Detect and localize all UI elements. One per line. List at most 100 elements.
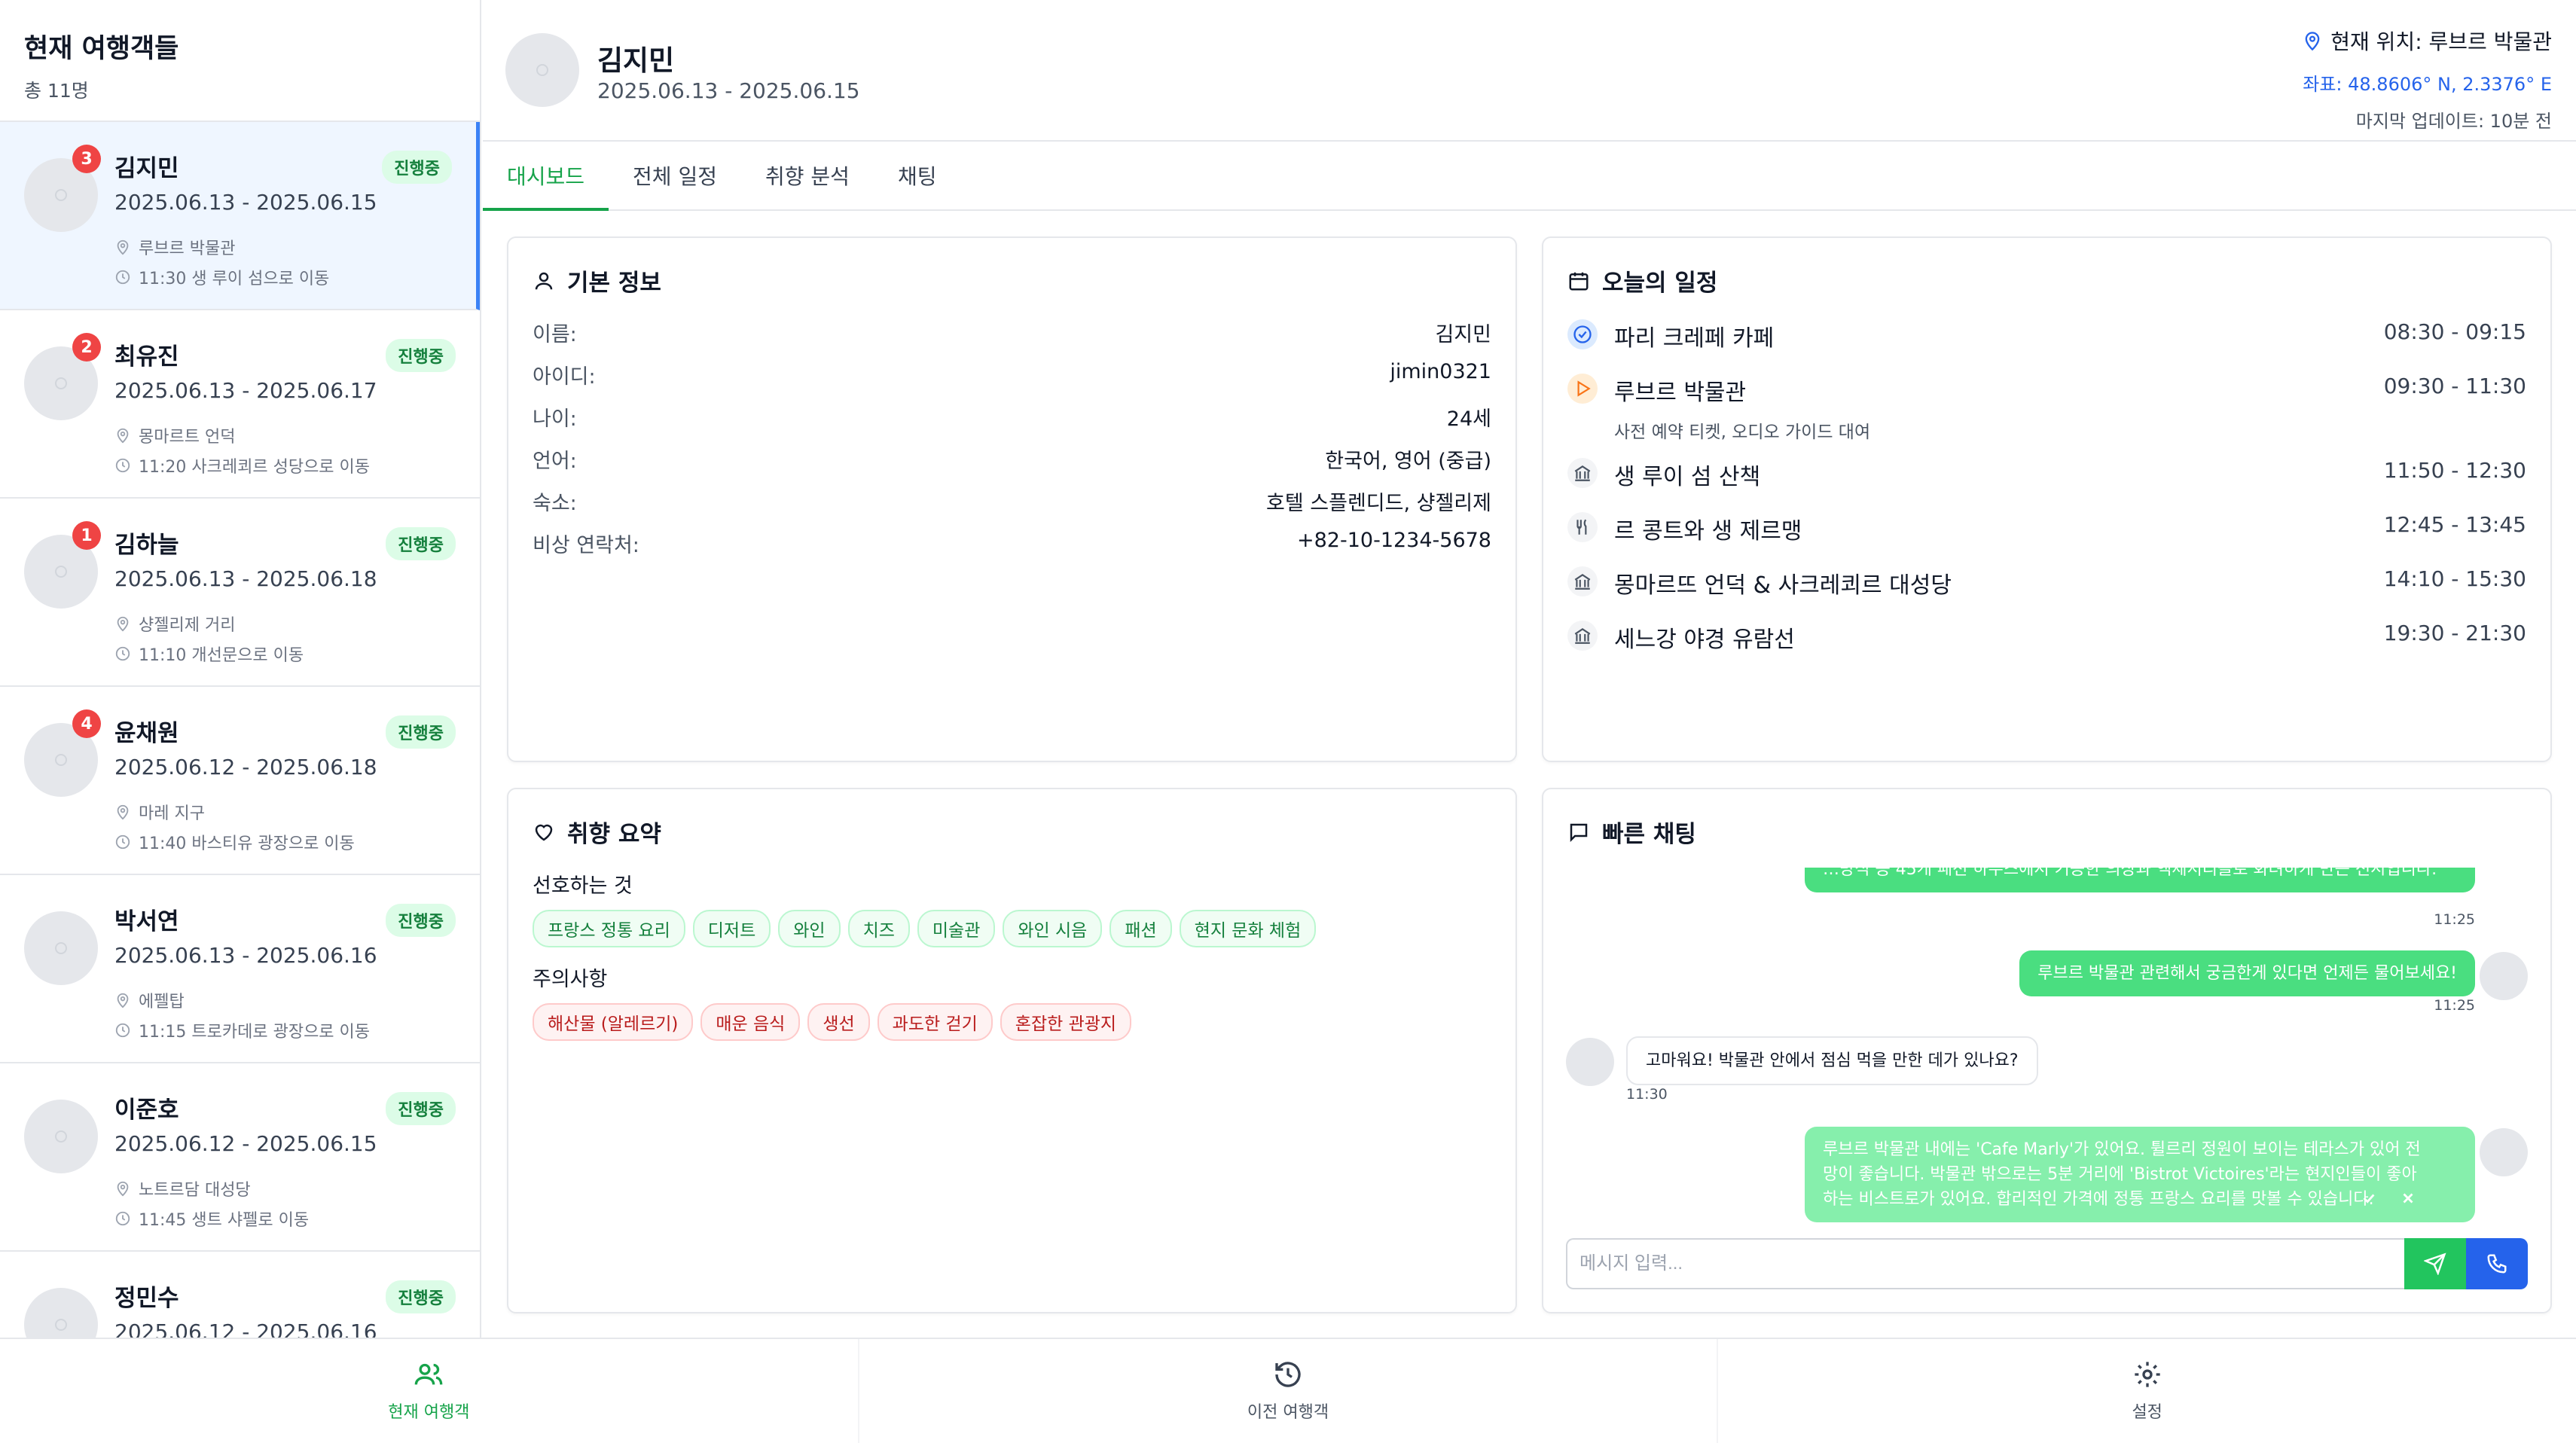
map-pin-icon	[117, 1181, 129, 1197]
schedule-title: 몽마르뜨 언덕 & 사크레쾨르 대성당	[1614, 572, 1952, 599]
traveler-name: 정민수	[114, 1285, 179, 1312]
traveler-item[interactable]: 3 김지민 진행중 2025.06.13 - 2025.06.15 루브르 박물…	[0, 122, 480, 310]
like-chip: 디저트	[692, 910, 771, 947]
message-time: 11:25	[2434, 997, 2475, 1014]
schedule-body: 르 콩트와 생 제르맹	[1614, 512, 2384, 545]
schedule-item[interactable]: 몽마르뜨 언덕 & 사크레쾨르 대성당 14:10 - 15:30	[1567, 566, 2526, 599]
guide-message: …방식 등 45개 패션 하우스에서 기증한 의상과 액세서리들로 화려하게 만…	[1805, 868, 2475, 892]
map-pin-icon	[117, 239, 129, 255]
traveler-dates: 2025.06.12 - 2025.06.16	[114, 1319, 377, 1338]
like-chip: 패션	[1109, 910, 1172, 947]
schedule-body: 루브르 박물관 사전 예약 티켓, 오디오 가이드 대여	[1614, 374, 2384, 443]
schedule-body: 세느강 야경 유람선	[1614, 621, 2384, 654]
message-time: 11:25	[2434, 911, 2475, 928]
schedule-item[interactable]: 루브르 박물관 사전 예약 티켓, 오디오 가이드 대여 09:30 - 11:…	[1567, 374, 2526, 443]
likes-heading: 선호하는 것	[533, 874, 633, 898]
utensils-icon	[1567, 512, 1598, 542]
tab-preference-analysis[interactable]: 취향 분석	[741, 142, 874, 209]
tab-dashboard[interactable]: 대시보드	[483, 142, 609, 211]
card-title: 기본 정보	[533, 264, 661, 297]
phone-icon	[2487, 1254, 2507, 1274]
send-button[interactable]	[2404, 1238, 2466, 1289]
status-badge: 진행중	[386, 339, 456, 372]
close-icon[interactable]	[2400, 1190, 2416, 1207]
tab-full-schedule[interactable]: 전체 일정	[609, 142, 741, 209]
card-title: 빠른 채팅	[1567, 815, 1696, 849]
preferences-card: 취향 요약 선호하는 것 프랑스 정통 요리 디저트 와인 치즈 미술관 와인 …	[507, 788, 1517, 1313]
next-text: 11:45 생트 샤펠로 이동	[139, 1211, 310, 1230]
nav-current-travelers[interactable]: 현재 여행객	[0, 1339, 859, 1443]
schedule-body: 생 루이 섬 산책	[1614, 458, 2384, 491]
landmark-icon	[1567, 566, 1598, 596]
traveler-location: 에펠탑	[114, 988, 185, 1012]
check-icon[interactable]	[2361, 1190, 2377, 1207]
map-pin-icon	[2305, 32, 2320, 51]
traveler-dates: 2025.06.13 - 2025.06.15	[114, 190, 377, 215]
location-status: 현재 위치: 루브르 박물관 좌표: 48.8606° N, 2.3376° E…	[2302, 26, 2552, 133]
location-text: 에펠탑	[139, 993, 185, 1011]
sidebar-title: 현재 여행객들	[24, 34, 179, 64]
traveler-name: 윤채원	[114, 720, 179, 747]
coordinates: 좌표: 48.8606° N, 2.3376° E	[2303, 74, 2552, 95]
schedule-item[interactable]: 르 콩트와 생 제르맹 12:45 - 13:45	[1567, 512, 2526, 545]
nav-settings[interactable]: 설정	[1718, 1339, 2576, 1443]
status-badge: 진행중	[386, 1092, 456, 1125]
traveler-item[interactable]: 4 윤채원 진행중 2025.06.12 - 2025.06.18 마레 지구 …	[0, 687, 480, 875]
guide-message: 루브르 박물관 관련해서 궁금한게 있다면 언제든 물어보세요!	[2019, 950, 2475, 996]
avatar	[24, 1100, 98, 1173]
traveler-item[interactable]: 박서연 진행중 2025.06.13 - 2025.06.16 에펠탑 11:1…	[0, 875, 480, 1063]
schedule-note: 사전 예약 티켓, 오디오 가이드 대여	[1614, 423, 1871, 442]
schedule-item[interactable]: 생 루이 섬 산책 11:50 - 12:30	[1567, 458, 2526, 491]
nav-label: 이전 여행객	[1247, 1403, 1329, 1422]
tab-bar: 대시보드 전체 일정 취향 분석 채팅	[483, 142, 2576, 211]
traveler-item[interactable]: 정민수 진행중 2025.06.12 - 2025.06.16	[0, 1252, 480, 1338]
traveler-item[interactable]: 1 김하늘 진행중 2025.06.13 - 2025.06.18 샹젤리제 거…	[0, 499, 480, 687]
schedule-title: 오늘의 일정	[1602, 270, 1718, 297]
location-text: 샹젤리제 거리	[139, 616, 236, 635]
history-icon	[1275, 1362, 1301, 1387]
landmark-icon	[1567, 458, 1598, 488]
info-value: 한국어, 영어 (중급)	[1325, 450, 1491, 473]
next-text: 11:40 바스티유 광장으로 이동	[139, 834, 355, 853]
schedule-item[interactable]: 파리 크레페 카페 08:30 - 09:15	[1567, 319, 2526, 352]
traveler-name: 최유진	[114, 343, 179, 371]
traveler-location: 루브르 박물관	[114, 235, 235, 259]
chat-message-input[interactable]	[1566, 1238, 2404, 1289]
clock-icon	[115, 270, 130, 285]
call-button[interactable]	[2466, 1238, 2528, 1289]
clock-icon	[115, 834, 130, 850]
chat-messages[interactable]: …방식 등 45개 패션 하우스에서 기증한 의상과 액세서리들로 화려하게 만…	[1566, 868, 2528, 1240]
schedule-title: 생 루이 섬 산책	[1614, 464, 1761, 490]
clock-icon	[115, 646, 130, 661]
cautions-chips: 해산물 (알레르기) 매운 음식 생선 과도한 걷기 혼잡한 관광지	[533, 1003, 1491, 1041]
traveler-header: 김지민 2025.06.13 - 2025.06.15 현재 위치: 루브르 박…	[483, 0, 2576, 142]
message-time: 11:30	[1626, 1086, 1668, 1103]
location-text: 노트르담 대성당	[139, 1181, 251, 1200]
next-text: 11:10 개선문으로 이동	[139, 646, 304, 665]
schedule-item[interactable]: 세느강 야경 유람선 19:30 - 21:30	[1567, 621, 2526, 654]
map-pin-icon	[117, 616, 129, 632]
user-message: 고마워요! 박물관 안에서 점심 먹을 만한 데가 있나요?	[1626, 1036, 2038, 1085]
draft-message: 루브르 박물관 내에는 'Cafe Marly'가 있어요. 튈르리 정원이 보…	[1805, 1127, 2475, 1222]
like-chip: 치즈	[847, 910, 910, 947]
traveler-item[interactable]: 이준호 진행중 2025.06.12 - 2025.06.15 노트르담 대성당…	[0, 1063, 480, 1252]
clock-icon	[115, 458, 130, 473]
info-label: 아이디:	[533, 365, 596, 389]
like-chip: 미술관	[917, 910, 996, 947]
traveler-next: 11:10 개선문으로 이동	[114, 642, 304, 666]
caution-chip: 해산물 (알레르기)	[533, 1003, 694, 1041]
nav-previous-travelers[interactable]: 이전 여행객	[859, 1339, 1719, 1443]
info-label: 숙소:	[533, 492, 577, 515]
card-title: 오늘의 일정	[1567, 264, 1717, 297]
like-chip: 현지 문화 체험	[1179, 910, 1317, 947]
schedule-time: 09:30 - 11:30	[2383, 374, 2526, 398]
info-label: 나이:	[533, 407, 577, 431]
traveler-item[interactable]: 2 최유진 진행중 2025.06.13 - 2025.06.17 몽마르트 언…	[0, 310, 480, 499]
tab-chat[interactable]: 채팅	[874, 142, 961, 209]
caution-chip: 과도한 걷기	[877, 1003, 993, 1041]
last-updated: 마지막 업데이트: 10분 전	[2355, 111, 2552, 132]
caution-chip: 매운 음식	[700, 1003, 801, 1041]
traveler-name: 김하늘	[114, 532, 179, 559]
clock-icon	[115, 1211, 130, 1226]
info-value: +82-10-1234-5678	[1297, 529, 1491, 552]
